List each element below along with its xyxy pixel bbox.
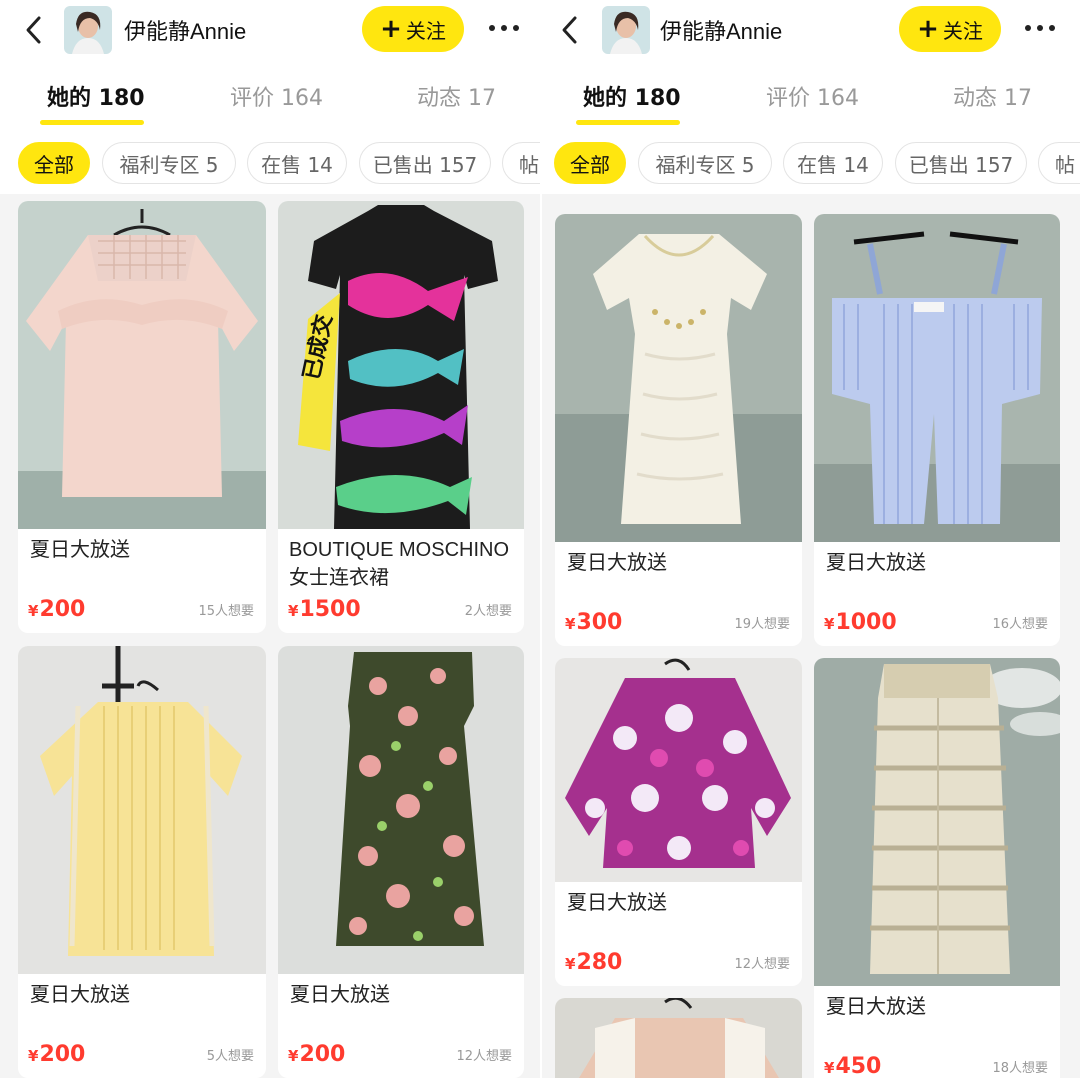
profile-tabs: 她的 180 评价 164 动态 17 [0, 60, 540, 132]
product-card[interactable]: 夏日大放送 ¥200 15人想要 [18, 201, 266, 633]
want-count: 19人想要 [734, 617, 790, 632]
product-image [555, 658, 802, 882]
product-card[interactable]: 夏日大放送 ¥200 12人想要 [278, 646, 524, 1078]
product-title: 夏日大放送 [290, 984, 390, 1006]
want-count: 18人想要 [992, 1061, 1048, 1076]
product-price: ¥300 [565, 610, 623, 635]
want-count: 12人想要 [456, 1049, 512, 1064]
product-card[interactable]: 夏日大放送 ¥200 5人想要 [18, 646, 266, 1078]
filter-chips: 全部 福利专区 5 在售 14 已售出 157 帖 [0, 132, 540, 194]
product-subtitle: 女士连衣裙 [289, 567, 389, 589]
want-count: 16人想要 [992, 617, 1048, 632]
product-price: ¥200 [288, 1042, 346, 1067]
product-title: 夏日大放送 [30, 539, 130, 561]
tab-reviews[interactable]: 评价 164 [766, 80, 859, 112]
chip-welfare[interactable]: 福利专区 5 [102, 142, 236, 184]
screen-right: 伊能静Annie + 关注 她的 180 评价 164 动态 17 全部 福利专… [542, 0, 1080, 1078]
product-card[interactable]: 夏日大放送 ¥450 18人想要 [814, 658, 1060, 1078]
product-price: ¥1000 [824, 610, 897, 635]
shop-name[interactable]: 伊能静Annie [660, 14, 782, 46]
tab-items[interactable]: 她的 180 [47, 80, 145, 112]
product-image [555, 214, 802, 542]
product-price: ¥200 [28, 1042, 86, 1067]
chip-sold[interactable]: 已售出 157 [359, 142, 491, 184]
chip-all[interactable]: 全部 [554, 142, 626, 184]
active-tab-indicator [40, 120, 144, 125]
product-image: 已成交 [278, 201, 524, 529]
chip-welfare[interactable]: 福利专区 5 [638, 142, 772, 184]
product-image [814, 214, 1060, 542]
chip-all[interactable]: 全部 [18, 142, 90, 184]
product-card[interactable]: 夏日大放送 ¥280 12人想要 [555, 658, 802, 986]
top-bar: 伊能静Annie + 关注 [542, 0, 1080, 60]
shop-name[interactable]: 伊能静Annie [124, 14, 246, 46]
follow-label: 关注 [405, 18, 446, 43]
product-image [555, 998, 802, 1078]
product-price: ¥450 [824, 1054, 882, 1078]
want-count: 15人想要 [198, 604, 254, 619]
product-image [814, 658, 1060, 986]
product-title: 夏日大放送 [826, 552, 926, 574]
product-title: 夏日大放送 [567, 552, 667, 574]
tab-posts[interactable]: 动态 17 [417, 80, 496, 112]
product-title: 夏日大放送 [826, 996, 926, 1018]
top-bar: 伊能静Annie + 关注 [0, 0, 540, 60]
want-count: 2人想要 [464, 604, 512, 619]
product-title: 夏日大放送 [567, 892, 667, 914]
want-count: 12人想要 [734, 957, 790, 972]
product-price: ¥1500 [288, 597, 361, 622]
chip-on-sale[interactable]: 在售 14 [783, 142, 883, 184]
product-price: ¥200 [28, 597, 86, 622]
product-card[interactable] [555, 998, 802, 1078]
follow-button[interactable]: + 关注 [362, 6, 464, 52]
chip-on-sale[interactable]: 在售 14 [247, 142, 347, 184]
follow-button[interactable]: + 关注 [899, 6, 1001, 52]
follow-label: 关注 [942, 18, 983, 43]
product-title: BOUTIQUE MOSCHINO [289, 539, 510, 561]
chip-posts[interactable]: 帖 [502, 142, 540, 184]
chip-posts[interactable]: 帖 [1038, 142, 1080, 184]
more-icon[interactable] [486, 16, 522, 40]
back-arrow-icon[interactable] [22, 14, 46, 46]
product-image [278, 646, 524, 974]
tab-reviews[interactable]: 评价 164 [230, 80, 323, 112]
product-image [18, 646, 266, 974]
active-tab-indicator [576, 120, 680, 125]
want-count: 5人想要 [206, 1049, 254, 1064]
product-card[interactable]: 夏日大放送 ¥300 19人想要 [555, 214, 802, 646]
product-title: 夏日大放送 [30, 984, 130, 1006]
product-card[interactable]: 已成交 BOUTIQUE MOSCHINO 女士连衣裙 ¥1500 2人想要 [278, 201, 524, 633]
screen-left: 伊能静Annie + 关注 她的 180 评价 164 动态 17 全部 福利专… [0, 0, 540, 1078]
tab-posts[interactable]: 动态 17 [953, 80, 1032, 112]
back-arrow-icon[interactable] [558, 14, 582, 46]
plus-icon: + [380, 14, 402, 44]
avatar[interactable] [602, 6, 650, 54]
product-card[interactable]: 夏日大放送 ¥1000 16人想要 [814, 214, 1060, 646]
profile-tabs: 她的 180 评价 164 动态 17 [542, 60, 1080, 132]
chip-sold[interactable]: 已售出 157 [895, 142, 1027, 184]
plus-icon: + [917, 14, 939, 44]
product-price: ¥280 [565, 950, 623, 975]
more-icon[interactable] [1022, 16, 1058, 40]
product-image [18, 201, 266, 529]
filter-chips: 全部 福利专区 5 在售 14 已售出 157 帖 [542, 132, 1080, 194]
avatar[interactable] [64, 6, 112, 54]
tab-items[interactable]: 她的 180 [583, 80, 681, 112]
